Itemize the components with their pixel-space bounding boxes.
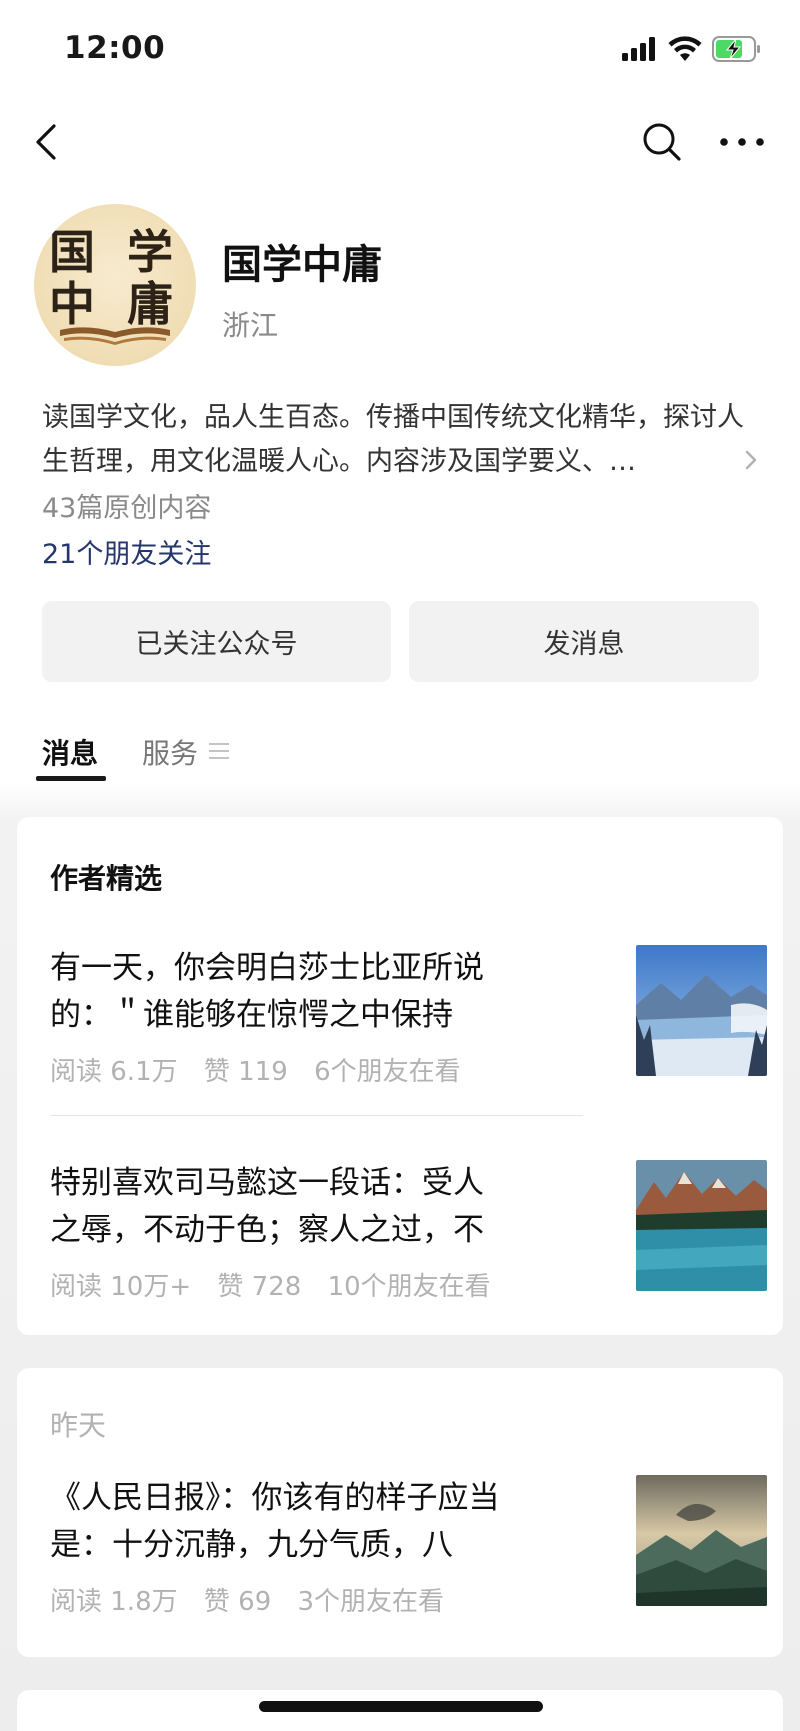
nav-bar [0, 100, 800, 184]
original-content-count[interactable]: 43篇原创内容 [42, 486, 211, 525]
wifi-icon [668, 36, 702, 61]
open-book-icon [60, 327, 170, 345]
date-label: 昨天 [50, 1409, 107, 1442]
article-reads: 阅读 6.1万 [50, 1057, 178, 1087]
status-icons [622, 34, 762, 64]
search-icon [643, 123, 681, 161]
chevron-right-icon[interactable] [744, 448, 758, 472]
article-likes: 赞 69 [203, 1587, 272, 1617]
article-friends-watching: 6个朋友在看 [314, 1057, 461, 1087]
friends-following-link[interactable]: 21个朋友关注 [42, 532, 211, 571]
chevron-left-icon [36, 124, 56, 160]
article-reads: 阅读 10万+ [50, 1272, 192, 1302]
article-thumbnail-mountain-lake [636, 1160, 767, 1291]
account-name: 国学中庸 [222, 242, 382, 288]
menu-lines-icon[interactable] [208, 740, 230, 762]
article-item[interactable]: 有一天，你会明白莎士比亚所说的：＂谁能够在惊愕之中保持冷… 阅读 6.1万 赞 … [50, 945, 770, 1088]
article-item[interactable]: 《人民日报》：你该有的样子应当是：十分沉静，九分气质，八分… 阅读 1.8万 赞… [50, 1475, 770, 1618]
tab-messages[interactable]: 消息 [42, 732, 98, 772]
send-message-button[interactable]: 发消息 [409, 601, 759, 682]
article-likes: 赞 119 [203, 1057, 288, 1087]
avatar-logo-text: 国 学 中 庸 [48, 225, 181, 331]
more-button[interactable] [718, 120, 766, 164]
article-friends-watching: 3个朋友在看 [297, 1587, 445, 1617]
cellular-signal-icon [622, 37, 655, 61]
article-friends-watching: 10个朋友在看 [327, 1272, 491, 1302]
article-title: 《人民日报》：你该有的样子应当是：十分沉静，九分气质，八分… [50, 1480, 500, 1563]
yesterday-card: 昨天 《人民日报》：你该有的样子应当是：十分沉静，九分气质，八分… 阅读 1.8… [17, 1368, 783, 1657]
article-item[interactable]: 特别喜欢司马懿这一段话：受人之辱，不动于色；察人之过，不扬… 阅读 10万+ 赞… [50, 1160, 770, 1303]
article-title: 有一天，你会明白莎士比亚所说的：＂谁能够在惊愕之中保持冷… [50, 950, 484, 1033]
account-region: 浙江 [222, 309, 279, 342]
article-meta: 阅读 6.1万 赞 119 6个朋友在看 [50, 1051, 479, 1088]
divider [50, 1115, 583, 1116]
tab-bar: 消息 服务 [0, 720, 800, 782]
search-button[interactable] [640, 120, 684, 164]
avatar[interactable]: 国 学 中 庸 [34, 204, 196, 366]
featured-card: 作者精选 有一天，你会明白莎士比亚所说的：＂谁能够在惊愕之中保持冷… 阅读 6.… [17, 817, 783, 1335]
more-dots-icon [720, 138, 764, 146]
article-thumbnail-snowy-lake [636, 945, 767, 1076]
tab-services[interactable]: 服务 [142, 732, 198, 772]
article-likes: 赞 728 [217, 1272, 302, 1302]
article-thumbnail-misty-mountains [636, 1475, 767, 1606]
featured-title: 作者精选 [50, 862, 163, 895]
status-bar: 12:00 [0, 0, 800, 100]
home-indicator[interactable] [259, 1701, 543, 1712]
article-reads: 阅读 1.8万 [50, 1587, 178, 1617]
article-meta: 阅读 10万+ 赞 728 10个朋友在看 [50, 1266, 509, 1303]
article-title: 特别喜欢司马懿这一段话：受人之辱，不动于色；察人之过，不扬… [50, 1165, 484, 1248]
tab-active-indicator [36, 776, 106, 781]
status-time: 12:00 [64, 30, 166, 66]
battery-charging-icon [712, 36, 760, 62]
account-description[interactable]: 读国学文化，品人生百态。传播中国传统文化精华，探讨人生哲理，用文化温暖人心。内容… [42, 396, 752, 484]
back-button[interactable] [28, 120, 68, 164]
followed-account-button[interactable]: 已关注公众号 [42, 601, 391, 682]
article-meta: 阅读 1.8万 赞 69 3个朋友在看 [50, 1581, 462, 1618]
